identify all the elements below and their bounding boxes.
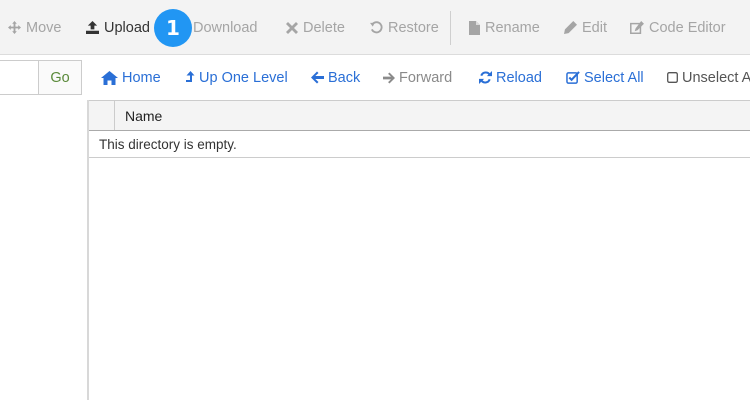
edit-label: Edit: [582, 19, 607, 36]
rename-label: Rename: [485, 19, 540, 36]
code-editor-label: Code Editor: [649, 19, 726, 36]
unselect-all-label: Unselect All: [682, 69, 750, 86]
table-header-row: Name: [89, 100, 750, 131]
move-icon: [8, 21, 21, 34]
move-label: Move: [26, 19, 62, 36]
reload-label: Reload: [496, 69, 542, 86]
file-list-table: Name This directory is empty.: [89, 100, 750, 158]
upload-button[interactable]: Upload: [86, 0, 150, 55]
edit-icon: [564, 21, 577, 34]
back-label: Back: [328, 69, 361, 86]
unselect-all-icon: [667, 72, 678, 83]
delete-label: Delete: [303, 19, 345, 36]
delete-button[interactable]: Delete: [286, 0, 345, 55]
delete-icon: [286, 21, 298, 34]
up-one-level-button[interactable]: Up One Level: [186, 60, 288, 95]
forward-label: Forward: [399, 69, 453, 86]
home-label: Home: [122, 69, 161, 86]
restore-button[interactable]: Restore: [370, 0, 439, 55]
home-icon: [101, 70, 118, 85]
directory-tree-pane: [0, 100, 87, 400]
restore-icon: [370, 21, 383, 34]
code-editor-button[interactable]: Code Editor: [630, 0, 726, 55]
rename-icon: [469, 20, 480, 35]
name-column-header[interactable]: Name: [114, 100, 750, 131]
back-arrow-icon: [311, 71, 324, 84]
select-column-header[interactable]: [89, 100, 115, 131]
table-row: This directory is empty.: [89, 130, 750, 158]
step-number-badge: 1: [154, 9, 192, 47]
reload-button[interactable]: Reload: [479, 60, 542, 95]
path-input[interactable]: [0, 60, 39, 95]
unselect-all-button[interactable]: Unselect All: [667, 60, 750, 95]
toolbar-divider: [450, 11, 451, 45]
home-button[interactable]: Home: [101, 60, 161, 95]
edit-button[interactable]: Edit: [564, 0, 607, 55]
up-level-icon: [186, 71, 195, 82]
code-editor-icon: [630, 21, 644, 34]
upload-icon: [86, 21, 99, 34]
empty-directory-message: This directory is empty.: [89, 130, 750, 158]
forward-arrow-icon: [383, 71, 395, 84]
up-one-level-label: Up One Level: [199, 69, 288, 86]
go-button[interactable]: Go: [38, 60, 82, 95]
back-button[interactable]: Back: [311, 60, 360, 95]
move-button[interactable]: Move: [8, 0, 61, 55]
select-all-icon: [566, 71, 580, 84]
rename-button[interactable]: Rename: [469, 0, 540, 55]
select-all-label: Select All: [584, 69, 644, 86]
select-all-button[interactable]: Select All: [566, 60, 644, 95]
reload-icon: [479, 71, 492, 84]
file-manager-toolbar: Move Upload Download Delete Restore Rena…: [0, 0, 750, 55]
restore-label: Restore: [388, 19, 439, 36]
upload-label: Upload: [104, 19, 150, 36]
download-label: Download: [193, 19, 258, 36]
forward-button[interactable]: Forward: [383, 60, 452, 95]
download-button[interactable]: Download: [193, 0, 258, 55]
